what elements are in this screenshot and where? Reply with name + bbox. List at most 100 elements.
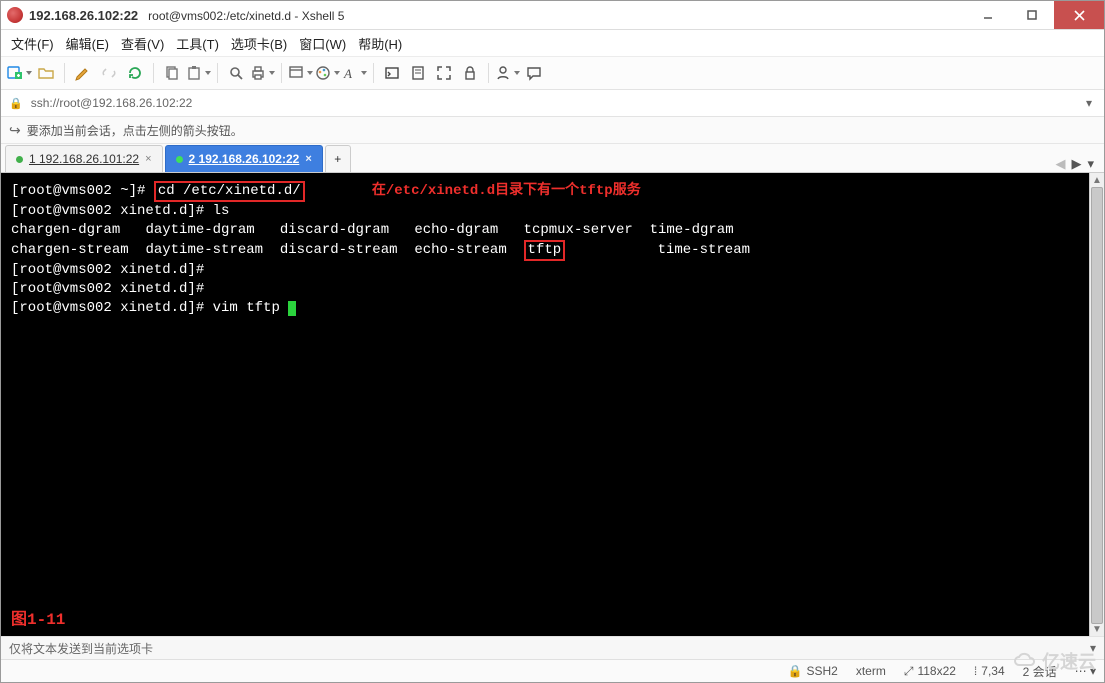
ls-c: chargen-stream [11, 242, 129, 258]
status-size: ⤢118x22 [904, 664, 956, 679]
send-to-dropdown-icon[interactable]: ▾ [1090, 641, 1096, 655]
close-button[interactable] [1054, 1, 1104, 29]
address-bar[interactable]: 🔒 ssh://root@192.168.26.102:22 ▾ [1, 90, 1104, 117]
separator [373, 63, 374, 83]
scroll-track[interactable] [1090, 187, 1104, 622]
find-button[interactable] [224, 61, 248, 85]
plus-icon: + [334, 152, 341, 166]
send-to-text: 仅将文本发送到当前选项卡 [9, 640, 153, 657]
status-term: xterm [856, 664, 886, 678]
menu-view[interactable]: 查看(V) [121, 34, 164, 53]
open-button[interactable] [34, 61, 58, 85]
tab-close-icon[interactable]: × [145, 153, 151, 165]
script-button[interactable] [406, 61, 430, 85]
status-dot-icon [176, 156, 183, 163]
tab-add-button[interactable]: + [325, 145, 351, 172]
tab-session-2[interactable]: 2 192.168.26.102:22 × [165, 145, 323, 172]
tab-label: 2 192.168.26.102:22 [189, 152, 300, 166]
menu-tools[interactable]: 工具(T) [176, 34, 219, 53]
address-text: ssh://root@192.168.26.102:22 [31, 96, 193, 110]
status-dot-icon [16, 156, 23, 163]
cursor-pos-icon: ⁞ [974, 664, 977, 678]
link-button[interactable] [97, 61, 121, 85]
scroll-down-icon[interactable]: ▼ [1090, 622, 1104, 636]
tip-text: 要添加当前会话，点击左侧的箭头按钮。 [27, 122, 243, 139]
tab-close-icon[interactable]: × [305, 153, 311, 165]
term-line: [root@vms002 xinetd.d]# [11, 281, 204, 297]
menu-tabs[interactable]: 选项卡(B) [231, 34, 287, 53]
term-line: [root@vms002 xinetd.d]# ls [11, 203, 229, 219]
copy-button[interactable] [160, 61, 184, 85]
color-scheme-button[interactable] [315, 61, 340, 85]
menu-help[interactable]: 帮助(H) [358, 34, 402, 53]
tabs-row: 1 192.168.26.101:22 × 2 192.168.26.102:2… [1, 144, 1104, 173]
send-to-bar[interactable]: 仅将文本发送到当前选项卡 ▾ [1, 636, 1104, 659]
status-cursor: ⁞ 7,34 [974, 664, 1005, 678]
user-button[interactable] [495, 61, 520, 85]
size-icon: ⤢ [904, 664, 914, 679]
menubar: 文件(F) 编辑(E) 查看(V) 工具(T) 选项卡(B) 窗口(W) 帮助(… [1, 30, 1104, 57]
lock-icon: 🔒 [9, 97, 23, 110]
address-dropdown-icon[interactable]: ▾ [1086, 96, 1096, 110]
status-text: xterm [856, 664, 886, 678]
title-address: 192.168.26.102:22 [29, 8, 138, 23]
ls-c: echo-stream [414, 242, 506, 258]
ls-c: discard-dgram [280, 222, 389, 238]
separator [281, 63, 282, 83]
terminal-button[interactable] [380, 61, 404, 85]
status-text: 7,34 [981, 664, 1004, 678]
highlighted-cmd: cd /etc/xinetd.d/ [154, 181, 305, 202]
terminal-area: [root@vms002 ~]# cd /etc/xinetd.d/ 在/etc… [1, 173, 1104, 636]
titlebar: 192.168.26.102:22 root@vms002:/etc/xinet… [1, 1, 1104, 30]
ls-c: time-stream [658, 242, 750, 258]
figure-label: 图1-11 [11, 611, 65, 630]
tab-nav: ◀ ▶ ▾ [1055, 156, 1100, 172]
separator [217, 63, 218, 83]
scroll-thumb[interactable] [1091, 187, 1103, 624]
tab-label: 1 192.168.26.101:22 [29, 152, 139, 166]
tab-list-icon[interactable]: ▾ [1087, 156, 1094, 172]
scroll-up-icon[interactable]: ▲ [1090, 173, 1104, 187]
separator [64, 63, 65, 83]
terminal[interactable]: [root@vms002 ~]# cd /etc/xinetd.d/ 在/etc… [1, 173, 1090, 636]
term-line: [root@vms002 xinetd.d]# vim tftp [11, 300, 288, 316]
compose-button[interactable] [71, 61, 95, 85]
terminal-cursor [288, 301, 296, 316]
status-text: SSH2 [806, 664, 837, 678]
chat-button[interactable] [522, 61, 546, 85]
ls-c: echo-dgram [414, 222, 498, 238]
ls-c: tcpmux-server [524, 222, 633, 238]
status-menu[interactable]: ⋯ ▾ [1075, 664, 1096, 678]
tip-bar: ↪ 要添加当前会话，点击左侧的箭头按钮。 [1, 117, 1104, 144]
ls-c: discard-stream [280, 242, 398, 258]
font-button[interactable]: A [342, 61, 367, 85]
paste-button[interactable] [186, 61, 211, 85]
lock-button[interactable] [458, 61, 482, 85]
annotation-text: 在/etc/xinetd.d目录下有一个tftp服务 [372, 183, 641, 199]
tab-prev-icon[interactable]: ◀ [1055, 156, 1065, 172]
reconnect-button[interactable] [123, 61, 147, 85]
svg-text:A: A [343, 66, 352, 81]
new-session-button[interactable] [7, 61, 32, 85]
status-sessions: 2 会话 [1023, 663, 1057, 680]
arrow-icon[interactable]: ↪ [9, 122, 21, 139]
toolbar: A [1, 57, 1104, 90]
tab-session-1[interactable]: 1 192.168.26.101:22 × [5, 145, 163, 172]
minimize-button[interactable] [966, 1, 1010, 29]
menu-file[interactable]: 文件(F) [11, 34, 54, 53]
highlighted-file: tftp [524, 240, 566, 261]
terminal-scrollbar[interactable]: ▲ ▼ [1089, 173, 1104, 636]
status-bar: 🔒SSH2 xterm ⤢118x22 ⁞ 7,34 2 会话 ⋯ ▾ [1, 659, 1104, 682]
tab-next-icon[interactable]: ▶ [1071, 156, 1081, 172]
title-path: root@vms002:/etc/xinetd.d - Xshell 5 [148, 9, 344, 23]
properties-button[interactable] [288, 61, 313, 85]
print-button[interactable] [250, 61, 275, 85]
separator [488, 63, 489, 83]
fullscreen-button[interactable] [432, 61, 456, 85]
maximize-button[interactable] [1010, 1, 1054, 29]
ls-c: daytime-stream [145, 242, 263, 258]
menu-window[interactable]: 窗口(W) [299, 34, 346, 53]
ls-c: chargen-dgram [11, 222, 120, 238]
menu-edit[interactable]: 编辑(E) [66, 34, 109, 53]
status-ssh: 🔒SSH2 [788, 664, 838, 678]
